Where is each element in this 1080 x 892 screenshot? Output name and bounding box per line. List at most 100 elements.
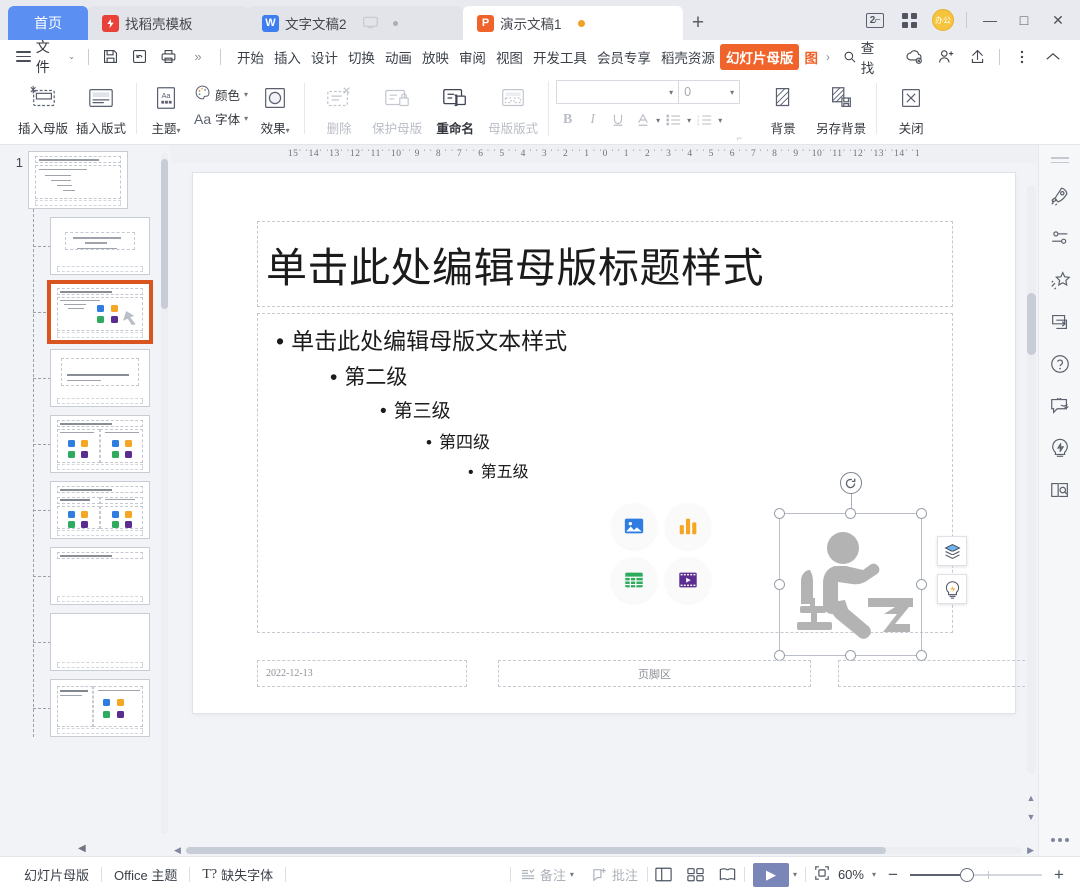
insert-chart-icon[interactable] — [665, 503, 711, 549]
rename-button[interactable]: 重命名 — [427, 76, 483, 137]
close-master-button[interactable]: 关闭 — [883, 76, 939, 137]
find-button[interactable]: 查找 — [833, 37, 897, 77]
zoom-percent-label[interactable]: 60% — [838, 867, 864, 882]
insert-master-button[interactable]: 插入母版 — [15, 76, 71, 137]
cloud-sync-icon[interactable] — [899, 44, 929, 70]
canvas-vertical-scrollbar[interactable] — [1027, 185, 1036, 774]
slide-number-placeholder[interactable] — [838, 660, 1030, 687]
resize-handle-top-right[interactable] — [916, 508, 927, 519]
start-slideshow-button[interactable]: ▶ — [752, 862, 789, 887]
date-placeholder[interactable]: 2022-12-13 — [257, 660, 467, 687]
ribbon-tab-member[interactable]: 会员专享 — [592, 44, 656, 70]
slide-sorter-icon[interactable] — [680, 862, 712, 888]
thumbnail-row-layout-4[interactable] — [6, 415, 170, 473]
tab-home[interactable]: 首页 — [8, 6, 88, 40]
resize-handle-top-middle[interactable] — [844, 508, 856, 519]
scroll-right-icon[interactable]: ▶ — [1027, 845, 1034, 856]
font-color-caret-icon[interactable]: ▾ — [656, 116, 660, 125]
canvas-horizontal-scrollbar[interactable]: ◀ ▶ — [170, 844, 1038, 856]
rail-grip-icon[interactable] — [1050, 157, 1069, 163]
bullets-icon[interactable] — [662, 109, 685, 131]
magic-star-icon[interactable] — [1046, 267, 1074, 293]
font-dialog-launcher[interactable]: ⌐ — [737, 133, 742, 143]
thumbnail-pane-collapse-icon[interactable]: ◀ — [78, 843, 86, 854]
share-icon[interactable] — [962, 44, 992, 70]
screen-share-icon[interactable] — [1046, 309, 1074, 335]
thumbnail-row-layout-8[interactable] — [6, 679, 170, 737]
slide-canvas[interactable]: 单击此处编辑母版标题样式 • 单击此处编辑母版文本样式 • 第二级 • 第三级 … — [193, 173, 1030, 713]
master-layout-button[interactable]: 母版版式 — [485, 76, 541, 137]
quick-access-more-icon[interactable]: » — [185, 45, 211, 69]
title-placeholder[interactable]: 单击此处编辑母版标题样式 — [257, 221, 953, 307]
tab-docer-template[interactable]: 找稻壳模板 — [88, 6, 248, 40]
file-menu-button[interactable]: 文件 ⌄ — [8, 37, 83, 77]
numbering-caret-icon[interactable]: ▾ — [718, 116, 722, 125]
rocket-icon[interactable] — [1046, 183, 1074, 209]
bullets-caret-icon[interactable]: ▾ — [687, 116, 691, 125]
horizontal-ruler[interactable]: 15ˈ ˈ14ˈ ˈ13ˈ ˈ12ˈ ˈ11ˈ ˈ10ˈ ˈ 9 ˈ ˈ 8 ˈ… — [170, 145, 1038, 163]
slideshow-caret-icon[interactable]: ▾ — [793, 870, 797, 879]
list-item[interactable] — [50, 415, 150, 473]
next-slide-icon[interactable]: ▼ — [1027, 812, 1036, 822]
thumbnail-row-layout-5[interactable] — [6, 481, 170, 539]
ribbon-tabs-overflow-icon[interactable]: › — [823, 50, 833, 64]
idea-bulb-icon[interactable] — [1046, 435, 1074, 461]
scroll-left-icon[interactable]: ◀ — [174, 845, 181, 856]
normal-view-icon[interactable] — [648, 862, 680, 888]
resize-handle-middle-left[interactable] — [774, 578, 785, 590]
zoom-in-button[interactable]: + — [1050, 865, 1068, 885]
ribbon-tab-insert[interactable]: 插入 — [269, 44, 306, 70]
insert-table-icon[interactable] — [611, 557, 657, 603]
background-button[interactable]: 背景 — [755, 76, 811, 137]
undo-icon[interactable] — [127, 45, 153, 69]
ribbon-tab-start[interactable]: 开始 — [232, 44, 269, 70]
theme-colors-button[interactable]: 颜色 ▾ — [191, 82, 251, 106]
list-item[interactable] — [50, 217, 150, 275]
thumbnail-row-layout-6[interactable] — [6, 547, 170, 605]
font-name-input[interactable]: ▾ — [556, 80, 679, 104]
ribbon-tab-docer-resource[interactable]: 稻壳资源 — [656, 44, 720, 70]
avatar[interactable]: 办公 — [927, 6, 959, 34]
help-circle-icon[interactable] — [1046, 351, 1074, 377]
protect-master-button[interactable]: 保护母版 — [369, 76, 425, 137]
thumbnail-row-layout-2[interactable] — [6, 280, 170, 344]
thumbnail-scrollbar[interactable] — [161, 153, 168, 834]
settings-sliders-icon[interactable] — [1046, 225, 1074, 251]
print-icon[interactable] — [156, 45, 182, 69]
resize-handle-top-left[interactable] — [774, 508, 785, 519]
ribbon-tab-picture[interactable]: 图 — [799, 44, 823, 70]
thumbnail-scroll-region[interactable]: 1 — [0, 151, 170, 856]
font-color-icon[interactable] — [631, 109, 654, 131]
reading-view-icon[interactable] — [712, 862, 744, 888]
list-item[interactable] — [50, 481, 150, 539]
numbering-icon[interactable]: 1 2 3 — [693, 109, 716, 131]
bold-icon[interactable]: B — [556, 109, 579, 131]
thumbnail-row-layout-7[interactable] — [6, 613, 170, 671]
ribbon-tab-developer[interactable]: 开发工具 — [528, 44, 592, 70]
new-tab-button[interactable]: + — [683, 6, 713, 40]
list-item[interactable] — [47, 280, 153, 344]
ribbon-tab-view[interactable]: 视图 — [491, 44, 528, 70]
maximize-button[interactable]: □ — [1008, 6, 1040, 34]
thumbnail-row-layout-3[interactable] — [6, 349, 170, 407]
tab-presentation1[interactable]: P 演示文稿1 — [463, 6, 683, 40]
smart-design-icon[interactable] — [937, 574, 967, 604]
footer-placeholder[interactable]: 页脚区 — [498, 660, 811, 687]
zoom-slider[interactable] — [910, 867, 1042, 882]
insert-picture-icon[interactable] — [611, 503, 657, 549]
previous-slide-icon[interactable]: ▲ — [1027, 793, 1036, 803]
more-dots-icon[interactable] — [1039, 838, 1080, 842]
save-icon[interactable] — [98, 45, 124, 69]
app-grid-icon[interactable] — [893, 6, 925, 34]
layer-order-icon[interactable] — [937, 536, 967, 566]
two-page-view-icon[interactable]: 2⌐ — [859, 6, 891, 34]
slide-thumbnail-pane[interactable]: 1 ◀ — [0, 145, 170, 856]
thumbnail-row-layout-1[interactable] — [6, 217, 170, 275]
ribbon-tab-animation[interactable]: 动画 — [380, 44, 417, 70]
zoom-slider-knob[interactable] — [960, 867, 974, 882]
more-vertical-icon[interactable] — [1007, 44, 1037, 70]
ribbon-tab-slideshow[interactable]: 放映 — [417, 44, 454, 70]
feedback-icon[interactable] — [1046, 393, 1074, 419]
slide-canvas-area[interactable]: 单击此处编辑母版标题样式 • 单击此处编辑母版文本样式 • 第二级 • 第三级 … — [170, 163, 1038, 844]
ribbon-tab-slide-master[interactable]: 幻灯片母版 — [719, 43, 800, 70]
